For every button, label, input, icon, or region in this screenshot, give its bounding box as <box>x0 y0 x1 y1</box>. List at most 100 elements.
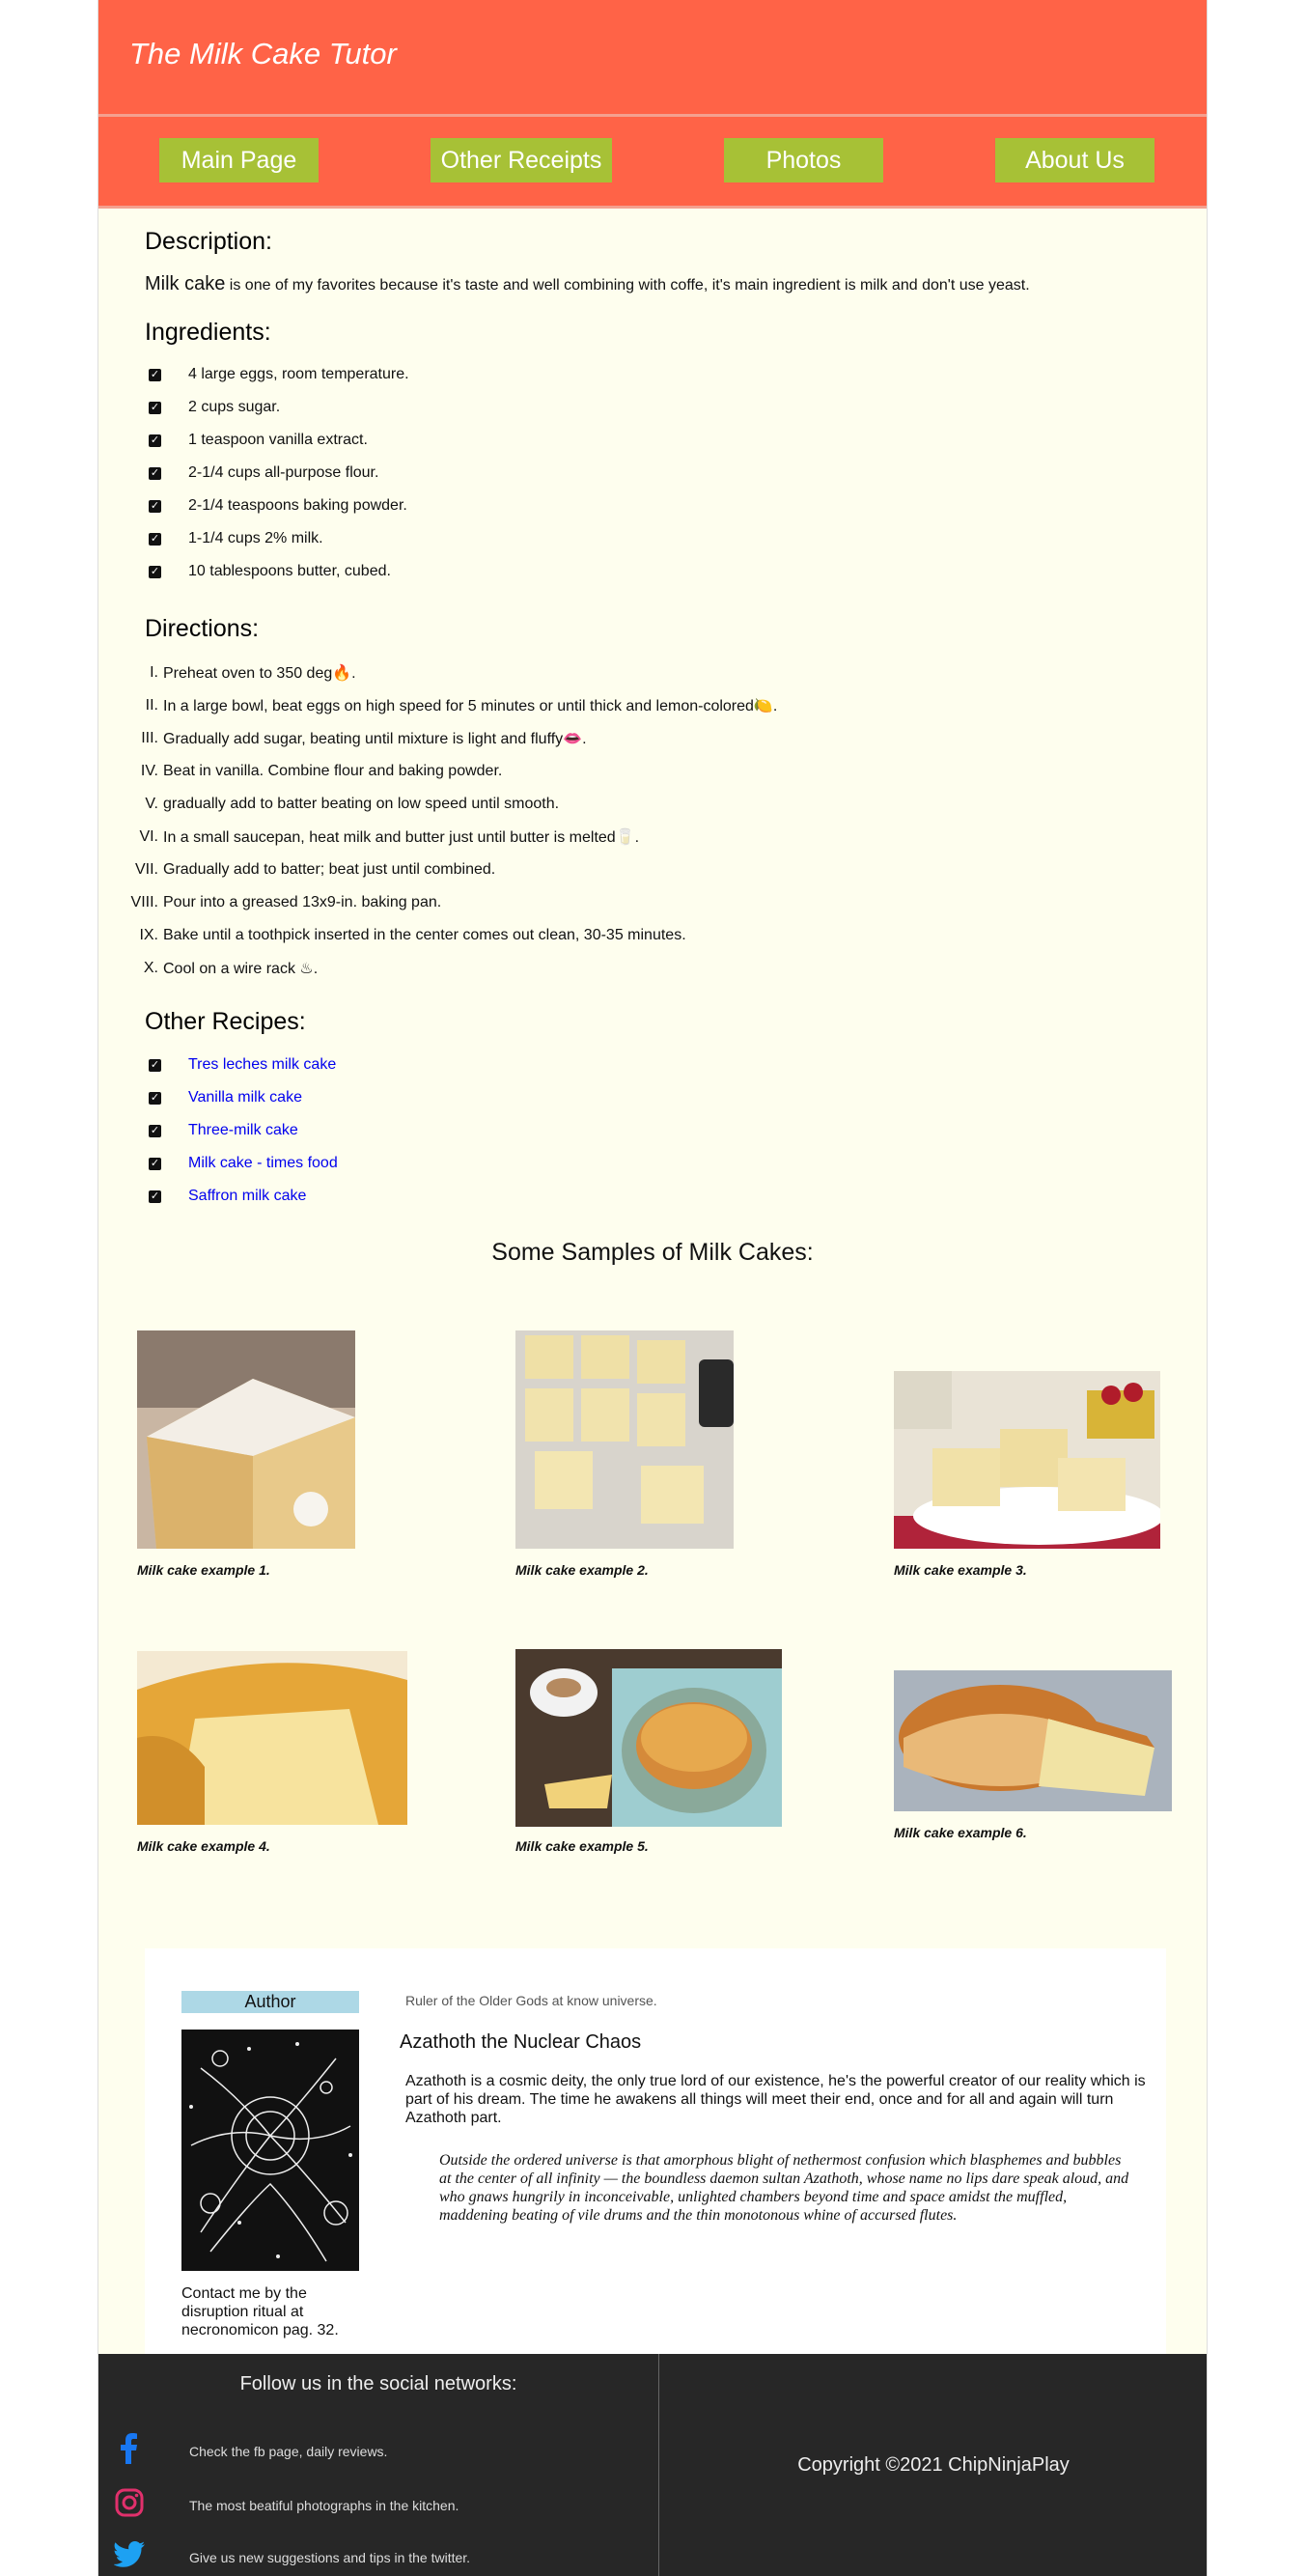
step-number: III. <box>141 730 158 746</box>
step-text: Beat in vanilla. Combine flour and bakin… <box>163 763 503 779</box>
nav-other-receipts[interactable]: Other Receipts <box>431 138 612 182</box>
checkbox-icon[interactable]: ✓ <box>149 1190 161 1203</box>
ingredient-text: 1 teaspoon vanilla extract. <box>188 432 368 448</box>
step-number: VI. <box>139 828 158 845</box>
cake-caption-5: Milk cake example 5. <box>515 1838 649 1854</box>
list-item: I. Preheat oven to 350 deg🔥. <box>129 657 777 689</box>
step-text: Bake until a toothpick inserted in the c… <box>163 927 686 943</box>
step-text: In a large bowl, beat eggs on high speed… <box>163 698 778 714</box>
copyright: Copyright ©2021 ChipNinjaPlay <box>797 2454 1070 2476</box>
cake-image-4 <box>137 1651 407 1825</box>
recipe-link[interactable]: Vanilla milk cake <box>188 1089 302 1106</box>
step-text: Pour into a greased 13x9-in. baking pan. <box>163 894 442 910</box>
step-text: Preheat oven to 350 deg🔥. <box>163 665 356 682</box>
follow-title: Follow us in the social networks: <box>239 2373 517 2394</box>
other-recipes-list: ✓ Tres leches milk cake ✓ Vanilla milk cak… <box>145 1049 338 1213</box>
directions-heading: Directions: <box>145 615 260 642</box>
step-text: Cool on a wire rack ♨. <box>163 961 319 977</box>
main-nav: Main Page Other Receipts Photos About Us <box>98 117 1207 209</box>
step-number: VIII. <box>130 894 158 910</box>
recipe-link[interactable]: Tres leches milk cake <box>188 1056 336 1074</box>
ingredients-heading: Ingredients: <box>145 319 271 346</box>
list-item: ✓ 2-1/4 teaspoons baking powder. <box>145 490 409 522</box>
ingredient-text: 4 large eggs, room temperature. <box>188 366 409 382</box>
step-number: I. <box>150 664 158 681</box>
list-item: II. In a large bowl, beat eggs on high sp… <box>129 689 778 722</box>
ingredient-text: 2 cups sugar. <box>188 399 281 415</box>
step-number: II. <box>145 697 158 714</box>
list-item: ✓ 2 cups sugar. <box>145 391 409 424</box>
checkbox-icon[interactable]: ✓ <box>149 368 161 381</box>
step-text: In a small saucepan, heat milk and butte… <box>163 829 640 846</box>
recipe-link[interactable]: Saffron milk cake <box>188 1188 306 1205</box>
checkbox-icon[interactable]: ✓ <box>149 401 161 414</box>
cake-image-1 <box>137 1330 355 1549</box>
checkbox-icon[interactable]: ✓ <box>149 1091 161 1105</box>
list-item: ✓ Three-milk cake <box>145 1114 338 1147</box>
list-item: ✓ 10 tablespoons butter, cubed. <box>145 555 409 588</box>
step-number: VII. <box>134 861 158 878</box>
author-label: Author <box>181 1991 359 2013</box>
step-number: X. <box>143 960 158 976</box>
list-item: ✓ 1-1/4 cups 2% milk. <box>145 522 409 555</box>
ingredient-text: 10 tablespoons butter, cubed. <box>188 563 391 579</box>
facebook-icon[interactable] <box>114 2433 145 2469</box>
ingredients-list: ✓ 4 large eggs, room temperature. ✓ 2 cups… <box>145 358 409 588</box>
social-text: Check the fb page, daily reviews. <box>189 2443 388 2459</box>
list-item: X. Cool on a wire rack ♨. <box>129 952 777 985</box>
author-name: Azathoth the Nuclear Chaos <box>400 2031 642 2053</box>
recipe-link[interactable]: Three-milk cake <box>188 1122 298 1139</box>
description-lead: Milk cake <box>145 273 226 294</box>
step-number: IV. <box>140 763 158 779</box>
step-text: Gradually add sugar, beating until mixtu… <box>163 731 587 747</box>
step-text: gradually add to batter beating on low s… <box>163 796 560 812</box>
ingredient-text: 2-1/4 cups all-purpose flour. <box>188 464 379 481</box>
instagram-icon[interactable] <box>114 2487 145 2523</box>
list-item: VIII. Pour into a greased 13x9-in. baking… <box>129 886 777 919</box>
recipe-link[interactable]: Milk cake - times food <box>188 1155 338 1172</box>
description-body: is one of my favorites because it's tast… <box>225 277 1030 294</box>
cake-caption-1: Milk cake example 1. <box>137 1562 270 1578</box>
cake-caption-3: Milk cake example 3. <box>894 1562 1027 1578</box>
checkbox-icon[interactable]: ✓ <box>149 532 161 546</box>
cake-image-3 <box>894 1371 1160 1549</box>
site-header: The Milk Cake Tutor <box>98 0 1207 117</box>
step-number: IX. <box>139 927 158 943</box>
page-container: The Milk Cake Tutor Main Page Other Rece… <box>97 0 1208 2576</box>
checkbox-icon[interactable]: ✓ <box>149 1157 161 1170</box>
list-item: IX. Bake until a toothpick inserted in th… <box>129 919 777 952</box>
cake-caption-2: Milk cake example 2. <box>515 1562 649 1578</box>
step-number: V. <box>145 796 158 812</box>
social-instagram[interactable]: The most beatiful photographs in the kit… <box>114 2487 459 2523</box>
site-title: The Milk Cake Tutor <box>129 37 397 70</box>
cake-caption-4: Milk cake example 4. <box>137 1838 270 1854</box>
nav-about-us[interactable]: About Us <box>995 138 1154 182</box>
checkbox-icon[interactable]: ✓ <box>149 565 161 578</box>
checkbox-icon[interactable]: ✓ <box>149 1058 161 1072</box>
checkbox-icon[interactable]: ✓ <box>149 1124 161 1137</box>
samples-heading: Some Samples of Milk Cakes: <box>491 1239 814 1266</box>
checkbox-icon[interactable]: ✓ <box>149 466 161 480</box>
ingredient-text: 2-1/4 teaspoons baking powder. <box>188 497 407 514</box>
step-text: Gradually add to batter; beat just until… <box>163 861 496 878</box>
list-item: ✓ Saffron milk cake <box>145 1180 338 1213</box>
social-twitter[interactable]: Give us new suggestions and tips in the … <box>113 2541 470 2573</box>
checkbox-icon[interactable]: ✓ <box>149 499 161 513</box>
author-tagline: Ruler of the Older Gods at know universe… <box>405 1993 657 2008</box>
social-facebook[interactable]: Check the fb page, daily reviews. <box>114 2433 387 2469</box>
list-item: V. gradually add to batter beating on low… <box>129 788 777 821</box>
list-item: IV. Beat in vanilla. Combine flour and ba… <box>129 755 777 788</box>
cake-image-2 <box>515 1330 734 1549</box>
description-heading: Description: <box>145 228 272 255</box>
list-item: ✓ Vanilla milk cake <box>145 1081 338 1114</box>
list-item: ✓ 1 teaspoon vanilla extract. <box>145 424 409 457</box>
author-contact: Contact me by the disruption ritual at n… <box>181 2285 339 2338</box>
list-item: ✓ Milk cake - times food <box>145 1147 338 1180</box>
nav-photos[interactable]: Photos <box>724 138 883 182</box>
description-text: Milk cake is one of my favorites because… <box>145 273 1030 295</box>
twitter-icon[interactable] <box>113 2541 145 2573</box>
checkbox-icon[interactable]: ✓ <box>149 434 161 447</box>
list-item: VI. In a small saucepan, heat milk and bu… <box>129 821 777 854</box>
nav-main-page[interactable]: Main Page <box>159 138 319 182</box>
cake-image-5 <box>515 1649 782 1827</box>
